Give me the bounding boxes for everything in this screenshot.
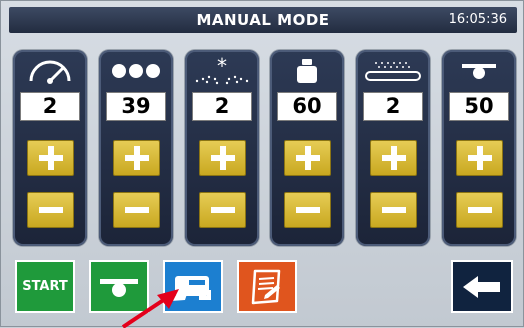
hmi-screen: MANUAL MODE 16:05:36 2 39 * 2 60 2 50 ST… bbox=[0, 0, 524, 328]
report-icon bbox=[251, 269, 281, 304]
minus-icon bbox=[295, 198, 320, 222]
press-height-decrease-button[interactable] bbox=[456, 192, 503, 228]
control-panel-weight: 60 bbox=[270, 50, 344, 246]
press-height-icon bbox=[442, 56, 516, 86]
plus-icon bbox=[381, 146, 406, 170]
control-panel-spray: * 2 bbox=[185, 50, 259, 246]
control-panel-press-height: 50 bbox=[442, 50, 516, 246]
weight-value: 60 bbox=[277, 92, 337, 121]
plus-icon bbox=[295, 146, 320, 170]
weight-icon bbox=[270, 56, 344, 86]
conveyor-value: 2 bbox=[363, 92, 423, 121]
clock: 16:05:36 bbox=[448, 12, 507, 27]
minus-icon bbox=[124, 198, 149, 222]
conveyor-decrease-button[interactable] bbox=[370, 192, 417, 228]
back-button[interactable] bbox=[451, 260, 513, 313]
dots-value: 39 bbox=[106, 92, 166, 121]
minus-icon bbox=[210, 198, 235, 222]
weight-decrease-button[interactable] bbox=[284, 192, 331, 228]
press-height-value: 50 bbox=[449, 92, 509, 121]
weight-increase-button[interactable] bbox=[284, 140, 331, 176]
plus-icon bbox=[467, 146, 492, 170]
plus-icon bbox=[124, 146, 149, 170]
report-button[interactable] bbox=[237, 260, 297, 313]
minus-icon bbox=[38, 198, 63, 222]
dots-decrease-button[interactable] bbox=[113, 192, 160, 228]
spray-increase-button[interactable] bbox=[199, 140, 246, 176]
back-arrow-icon bbox=[463, 275, 500, 298]
spray-value: 2 bbox=[192, 92, 252, 121]
dots-icon bbox=[99, 56, 173, 86]
minus-icon bbox=[381, 198, 406, 222]
dots-increase-button[interactable] bbox=[113, 140, 160, 176]
plus-icon bbox=[210, 146, 235, 170]
minus-icon bbox=[467, 198, 492, 222]
conveyor-icon bbox=[356, 56, 430, 86]
annotation-arrow-icon bbox=[121, 289, 179, 328]
control-panel-speed: 2 bbox=[13, 50, 87, 246]
header-bar: MANUAL MODE 16:05:36 bbox=[9, 7, 517, 33]
spray-decrease-button[interactable] bbox=[199, 192, 246, 228]
conveyor-increase-button[interactable] bbox=[370, 140, 417, 176]
svg-text:*: * bbox=[217, 57, 227, 78]
speed-decrease-button[interactable] bbox=[27, 192, 74, 228]
speed-increase-button[interactable] bbox=[27, 140, 74, 176]
speed-gauge-icon bbox=[13, 56, 87, 86]
start-button[interactable]: START bbox=[15, 260, 75, 313]
control-panel-conveyor: 2 bbox=[356, 50, 430, 246]
page-title: MANUAL MODE bbox=[196, 11, 330, 29]
plus-icon bbox=[38, 146, 63, 170]
speed-value: 2 bbox=[20, 92, 80, 121]
press-height-increase-button[interactable] bbox=[456, 140, 503, 176]
control-panel-dots: 39 bbox=[99, 50, 173, 246]
start-label: START bbox=[22, 279, 68, 294]
spray-icon: * bbox=[185, 56, 259, 86]
